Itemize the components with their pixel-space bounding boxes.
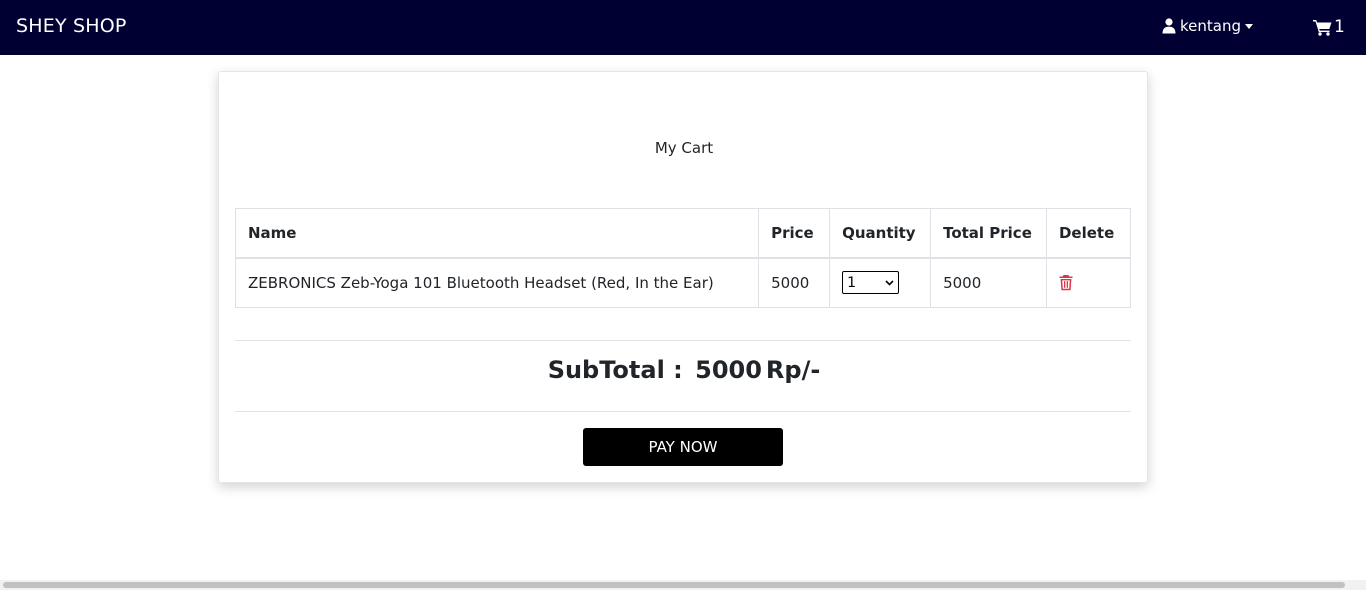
cart-table: Name Price Quantity Total Price Delete Z… [234,208,1132,308]
quantity-value: 1 [847,274,857,291]
subtotal-label: SubTotal : [547,356,683,384]
item-name: ZEBRONICS Zeb-Yoga 101 Bluetooth Headset… [234,257,760,308]
divider-top [235,340,1131,341]
item-quantity-cell: 1 [829,257,932,308]
chevron-down-icon [885,280,894,286]
column-header-delete: Delete [1045,208,1132,258]
column-header-price: Price [758,208,831,258]
user-dropdown[interactable]: kentang [1162,16,1253,36]
cart-card: My Cart Name Price Quantity Total Price … [218,71,1148,483]
column-header-quantity: Quantity [829,208,932,258]
brand-logo[interactable]: SHEY SHOP [16,15,127,37]
username-label: kentang [1180,17,1241,35]
trash-icon[interactable] [1059,274,1073,291]
cart-link[interactable]: 1 [1313,16,1345,38]
table-header-row: Name Price Quantity Total Price Delete [234,208,1132,258]
horizontal-scrollbar[interactable] [0,580,1366,590]
user-icon [1162,18,1176,34]
subtotal-value: 5000 [695,356,762,384]
shopping-cart-icon [1313,19,1332,36]
item-total-price: 5000 [930,257,1047,308]
caret-down-icon [1245,23,1253,29]
cart-count: 1 [1334,17,1345,37]
column-header-name: Name [234,208,760,258]
scrollbar-thumb[interactable] [3,582,1345,588]
pay-now-button[interactable]: PAY NOW [583,428,783,466]
divider-bottom [235,411,1131,412]
item-price: 5000 [758,257,831,308]
page-title: My Cart [654,139,714,157]
item-delete-cell [1045,257,1132,308]
table-row: ZEBRONICS Zeb-Yoga 101 Bluetooth Headset… [234,257,1132,308]
column-header-total-price: Total Price [930,208,1047,258]
quantity-select[interactable]: 1 [842,271,900,295]
subtotal: SubTotal : 5000 Rp/- [219,356,1149,384]
currency-label: Rp/- [765,356,821,384]
navbar: SHEY SHOP kentang 1 [0,0,1366,55]
